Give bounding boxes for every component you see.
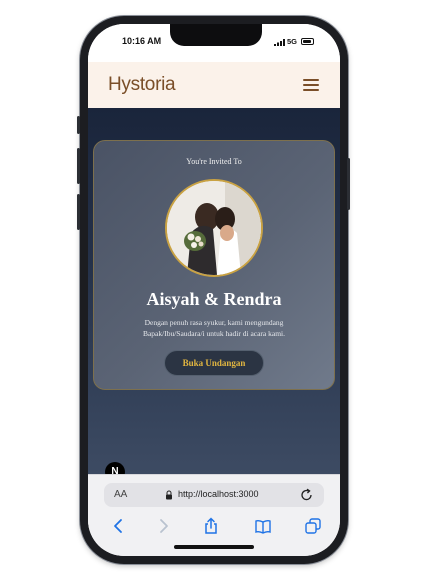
status-bar: 10:16 AM 5G — [88, 24, 340, 62]
phone-screen: 10:16 AM 5G Hystoria You're Invited To A… — [88, 24, 340, 556]
menu-icon[interactable] — [303, 79, 319, 91]
address-bar[interactable]: AA http://localhost:3000 — [104, 483, 324, 507]
phone-volume-down-button — [77, 194, 80, 230]
signal-icon — [274, 39, 285, 46]
browser-toolbar: AA http://localhost:3000 — [88, 474, 340, 556]
reload-icon[interactable] — [300, 488, 314, 502]
bookmarks-icon[interactable] — [254, 517, 272, 535]
dynamic-island — [170, 24, 262, 46]
back-icon[interactable] — [110, 517, 128, 535]
invitation-message: Dengan penuh rasa syukur, kami mengundan… — [142, 318, 286, 338]
open-invitation-button[interactable]: Buka Undangan — [164, 350, 264, 376]
phone-power-button — [347, 158, 350, 210]
network-label: 5G — [287, 37, 298, 46]
url-text[interactable]: http://localhost:3000 — [178, 489, 259, 499]
invitation-card: You're Invited To Aisyah & Rendra Dengan… — [93, 140, 335, 390]
phone-action-button — [77, 116, 80, 134]
couple-photo-image — [167, 181, 261, 275]
tabs-icon[interactable] — [304, 517, 322, 535]
app-header: Hystoria — [88, 62, 340, 108]
brand-logo[interactable]: Hystoria — [108, 74, 176, 96]
share-icon[interactable] — [202, 517, 220, 535]
couple-names: Aisyah & Rendra — [146, 289, 282, 309]
couple-photo — [165, 179, 263, 277]
home-indicator — [174, 545, 254, 549]
forward-icon[interactable] — [154, 517, 172, 535]
lock-icon — [166, 490, 172, 500]
status-time: 10:16 AM — [122, 36, 162, 46]
reader-settings-button[interactable]: AA — [114, 489, 127, 500]
battery-icon — [301, 38, 314, 45]
invite-label: You're Invited To — [186, 157, 242, 166]
phone-volume-up-button — [77, 148, 80, 184]
